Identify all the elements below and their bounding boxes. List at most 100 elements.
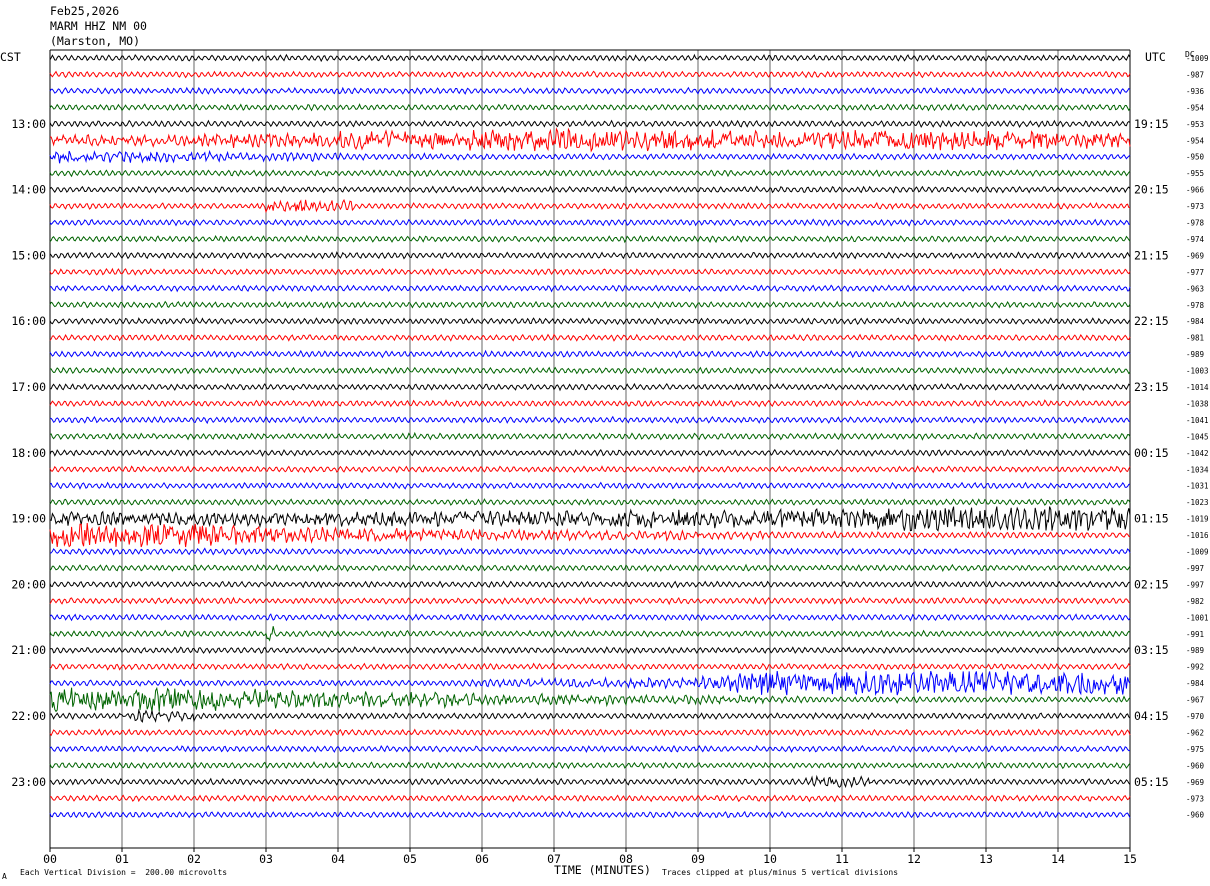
- dc-offset-label: -975: [1186, 745, 1204, 754]
- dc-offset-label: -1016: [1186, 531, 1209, 540]
- trace-row-33: [49, 596, 1131, 606]
- dc-offset-label: -970: [1186, 712, 1205, 721]
- cst-hour-label: 23:00: [11, 775, 46, 789]
- dc-offset-label: -953: [1186, 120, 1204, 129]
- trace-row-9: [49, 198, 1131, 214]
- cst-hour-label: 13:00: [11, 117, 46, 131]
- dc-offset-label: -966: [1186, 186, 1205, 195]
- trace-row-0: [49, 53, 1131, 63]
- trace-row-24: [49, 448, 1131, 457]
- x-tick-label-15: 15: [1123, 852, 1137, 866]
- trace-row-31: [49, 563, 1131, 573]
- trace-row-37: [49, 662, 1131, 671]
- scale-note: Each Vertical Division = 200.00 microvol…: [20, 868, 228, 877]
- trace-row-6: [49, 149, 1131, 164]
- dc-offset-label: -978: [1186, 219, 1205, 228]
- dc-offset-label: -991: [1186, 630, 1204, 639]
- dc-offset-label: -1031: [1186, 482, 1209, 491]
- dc-offset-label: -1042: [1186, 449, 1209, 458]
- cst-hour-label: 20:00: [11, 577, 46, 591]
- trace-row-25: [49, 465, 1131, 474]
- trace-row-19: [49, 366, 1131, 375]
- dc-offset-label: -960: [1186, 761, 1205, 770]
- trace-row-38: [49, 670, 1131, 697]
- trace-row-35: [49, 626, 1131, 642]
- dc-offset-label: -973: [1186, 794, 1204, 803]
- dc-offset-label: -963: [1186, 284, 1204, 293]
- x-axis-title: TIME (MINUTES): [554, 863, 651, 877]
- trace-row-26: [49, 481, 1131, 490]
- dc-offset-label: -974: [1186, 235, 1205, 244]
- trace-row-15: [49, 300, 1131, 309]
- dc-offset-label: -950: [1186, 153, 1205, 162]
- utc-hour-label: 03:15: [1134, 643, 1169, 657]
- trace-row-46: [49, 810, 1131, 819]
- x-tick-label-00: 00: [43, 852, 57, 866]
- corner-mark: A: [2, 872, 7, 881]
- x-tick-label-06: 06: [475, 852, 489, 866]
- trace-row-5: [49, 127, 1131, 153]
- dc-offset-label: -987: [1186, 70, 1204, 79]
- trace-row-17: [49, 333, 1131, 342]
- trace-row-10: [49, 218, 1130, 227]
- dc-offset-label: -997: [1186, 580, 1204, 589]
- helicorder-plot: 00 01 02 03 04 05 06 07 08 09 10 11 12 13 14 15-1009-98…: [11, 49, 1209, 866]
- cst-hour-label: 21:00: [11, 643, 46, 657]
- dc-offset-label: -962: [1186, 728, 1204, 737]
- dc-offset-label: -982: [1186, 597, 1204, 606]
- cst-hour-label: 15:00: [11, 248, 46, 262]
- dc-offset-label: -1001: [1186, 613, 1209, 622]
- trace-row-3: [49, 103, 1131, 112]
- dc-offset-label: -954: [1186, 103, 1205, 112]
- trace-layer: [49, 53, 1131, 819]
- dc-offset-label: -984: [1186, 317, 1205, 326]
- dc-offset-label: -1034: [1186, 465, 1209, 474]
- x-tick-label-03: 03: [259, 852, 273, 866]
- cst-hour-label: 14:00: [11, 183, 46, 197]
- x-tick-label-13: 13: [979, 852, 993, 866]
- utc-hour-label: 04:15: [1134, 709, 1169, 723]
- cst-hour-label: 17:00: [11, 380, 46, 394]
- trace-row-7: [49, 168, 1131, 178]
- x-tick-label-14: 14: [1051, 852, 1065, 866]
- cst-hour-label: 16:00: [11, 314, 46, 328]
- trace-row-8: [49, 185, 1131, 194]
- dc-offset-label: -984: [1186, 679, 1205, 688]
- x-tick-label-05: 05: [403, 852, 417, 866]
- clip-note: Traces clipped at plus/minus 5 vertical …: [662, 868, 899, 877]
- dc-offset-label: -973: [1186, 202, 1204, 211]
- utc-hour-label: 02:15: [1134, 577, 1169, 591]
- utc-hour-label: 05:15: [1134, 775, 1169, 789]
- utc-hour-label: 19:15: [1134, 117, 1169, 131]
- dc-offset-label: -1009: [1186, 548, 1209, 557]
- label-layer: 00 01 02 03 04 05 06 07 08 09 10 11 12 13 14 15-1009-98…: [11, 54, 1209, 866]
- trace-row-23: [49, 431, 1131, 441]
- dc-offset-label: -954: [1186, 136, 1205, 145]
- x-tick-label-09: 09: [691, 852, 705, 866]
- trace-row-32: [49, 580, 1131, 589]
- dc-offset-label: -955: [1186, 169, 1204, 178]
- dc-offset-label: -936: [1186, 87, 1205, 96]
- x-tick-label-01: 01: [115, 852, 129, 866]
- trace-row-18: [49, 349, 1131, 359]
- trace-row-12: [49, 251, 1131, 260]
- trace-row-27: [49, 498, 1131, 506]
- utc-hour-label: 23:15: [1134, 380, 1169, 394]
- cst-hour-label: 18:00: [11, 446, 46, 460]
- dc-offset-label: -960: [1186, 811, 1205, 820]
- dc-offset-label: -1023: [1186, 498, 1209, 507]
- trace-row-34: [49, 613, 1131, 622]
- dc-offset-label: -1038: [1186, 399, 1209, 408]
- dc-offset-label: -981: [1186, 334, 1204, 343]
- trace-row-28: [49, 506, 1131, 532]
- utc-hour-label: 21:15: [1134, 248, 1169, 262]
- trace-row-16: [49, 317, 1131, 326]
- trace-row-41: [49, 728, 1131, 737]
- trace-row-21: [49, 399, 1131, 408]
- trace-row-22: [49, 415, 1131, 425]
- trace-row-44: [49, 774, 1131, 789]
- trace-row-11: [49, 234, 1131, 244]
- dc-offset-label: -989: [1186, 646, 1204, 655]
- x-tick-label-12: 12: [907, 852, 921, 866]
- trace-row-36: [49, 646, 1131, 655]
